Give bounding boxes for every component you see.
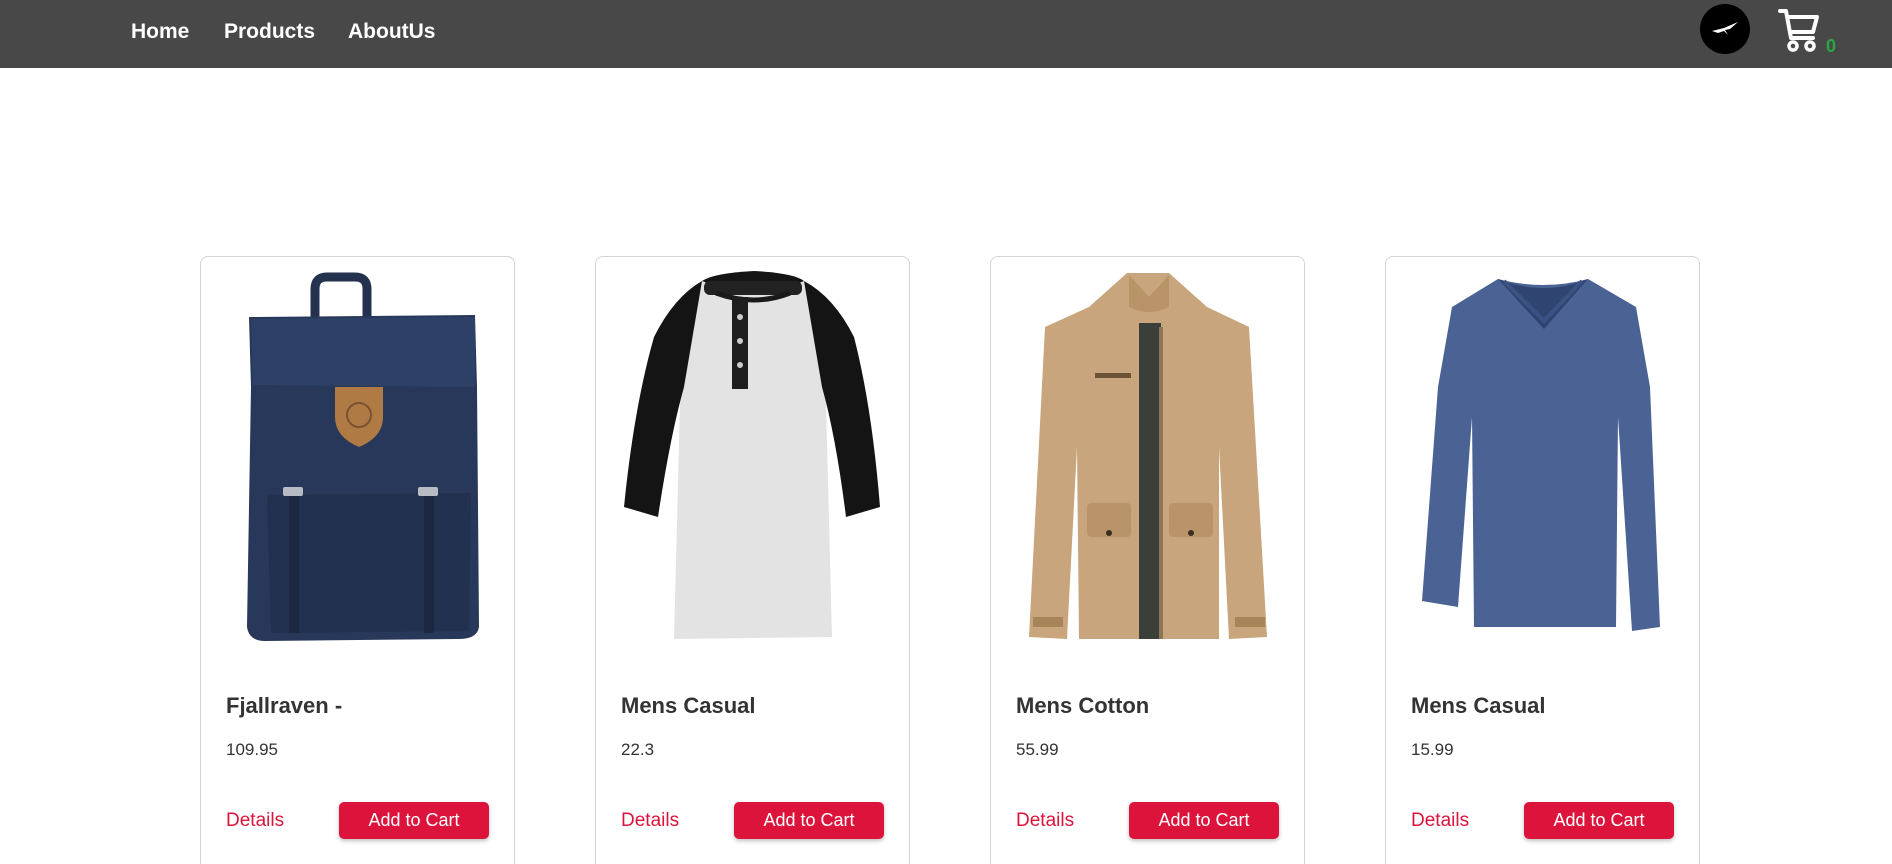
shopping-cart-icon[interactable] [1777,6,1821,52]
product-card: Mens Cotton 55.99 Details Add to Cart [990,256,1305,864]
details-link[interactable]: Details [1411,810,1469,832]
product-card: Fjallraven - 109.95 Details Add to Cart [200,256,515,864]
jacket-image [1029,273,1267,639]
details-link[interactable]: Details [226,810,284,832]
cart-count-badge: 0 [1826,36,1837,56]
product-card: Mens Casual 15.99 Details Add to Cart [1385,256,1700,864]
product-price: 109.95 [226,740,278,759]
product-price: 22.3 [621,740,655,759]
details-link[interactable]: Details [1016,810,1074,832]
product-title: Mens Casual [1411,693,1546,718]
add-to-cart-button[interactable]: Add to Cart [339,802,489,839]
raglan-shirt-image [624,271,880,639]
product-title: Mens Casual [621,693,756,718]
long-sleeve-shirt-image [1422,279,1660,631]
nav-products-link[interactable]: Products [224,20,315,44]
nav-home-link[interactable]: Home [131,20,189,44]
bird-logo-icon [1712,22,1738,35]
product-card: Mens Casual 22.3 Details Add to Cart [595,256,910,864]
product-price: 15.99 [1411,740,1454,759]
product-title: Mens Cotton [1016,693,1150,718]
add-to-cart-button[interactable]: Add to Cart [734,802,884,839]
details-link[interactable]: Details [621,810,679,832]
product-title: Fjallraven - [226,693,343,718]
navbar: Home Products AboutUs 0 [0,0,1892,68]
add-to-cart-button[interactable]: Add to Cart [1524,802,1674,839]
add-to-cart-button[interactable]: Add to Cart [1129,802,1279,839]
avatar[interactable] [1700,4,1750,54]
backpack-image [247,272,479,641]
nav-aboutus-link[interactable]: AboutUs [348,20,436,44]
product-price: 55.99 [1016,740,1059,759]
